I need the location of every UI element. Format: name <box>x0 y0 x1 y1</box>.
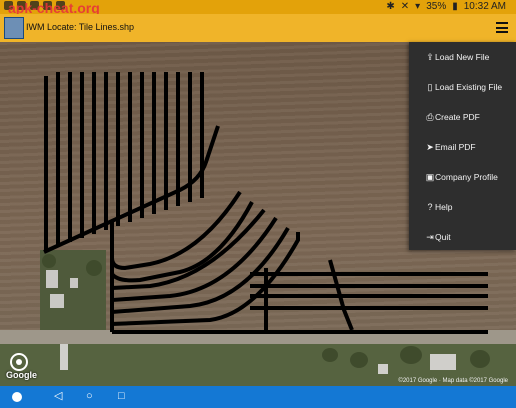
menu-item-help[interactable]: ? Help <box>409 192 516 222</box>
help-icon: ? <box>427 202 433 212</box>
menu-item-label: Load Existing File <box>435 82 503 92</box>
menu-item-label: Load New File <box>435 52 490 62</box>
recents-icon[interactable]: □ <box>118 391 125 402</box>
menu-item-quit[interactable]: ⇥ Quit <box>409 222 516 252</box>
battery-percent: 35% <box>426 1 447 12</box>
app-bar: IWM Locate: Tile Lines.shp <box>0 14 516 42</box>
menu-item-company-profile[interactable]: ▣ Company Profile <box>409 162 516 192</box>
status-bar: apk-cheat.org ✱ ✕ ▾ 35% ▮ 10:32 AM <box>0 0 516 16</box>
exit-icon: ⇥ <box>426 231 434 242</box>
menu-item-email-pdf[interactable]: ➤ Email PDF <box>409 132 516 162</box>
battery-icon: ▮ <box>452 1 458 12</box>
menu-item-label: Company Profile <box>435 172 498 182</box>
menu-item-load-existing-file[interactable]: ▯ Load Existing File <box>409 72 516 102</box>
google-logo: Google <box>6 370 37 380</box>
navigation-bar: ◁ ○ □ <box>0 386 516 408</box>
mute-icon: ✕ <box>400 1 410 12</box>
menu-item-load-new-file[interactable]: ⇪ Load New File <box>409 42 516 72</box>
app-logo <box>4 17 24 39</box>
home-icon[interactable]: ○ <box>86 391 93 402</box>
send-icon: ➤ <box>426 141 434 152</box>
menu-item-label: Quit <box>435 232 451 242</box>
app-switch-icon[interactable] <box>12 392 22 402</box>
wifi-icon: ▾ <box>415 1 421 12</box>
menu-item-create-pdf[interactable]: ⎙ Create PDF <box>409 102 516 132</box>
menu-item-label: Help <box>435 202 453 212</box>
map-copyright: ©2017 Google · Map data ©2017 Google <box>398 378 508 384</box>
menu-item-label: Create PDF <box>435 112 480 122</box>
bluetooth-icon: ✱ <box>386 1 395 12</box>
clock: 10:32 AM <box>463 1 506 12</box>
status-right: ✱ ✕ ▾ 35% ▮ 10:32 AM <box>386 1 506 12</box>
my-location-button[interactable] <box>10 353 28 371</box>
image-icon: ▣ <box>425 171 435 182</box>
print-icon: ⎙ <box>426 111 434 122</box>
file-icon: ▯ <box>427 81 433 92</box>
menu-icon[interactable] <box>496 22 508 33</box>
menu-item-label: Email PDF <box>435 142 476 152</box>
upload-icon: ⇪ <box>426 51 434 62</box>
app-title: IWM Locate: Tile Lines.shp <box>26 22 135 32</box>
back-icon[interactable]: ◁ <box>54 391 62 402</box>
overflow-menu: ⇪ Load New File ▯ Load Existing File ⎙ C… <box>409 42 516 250</box>
